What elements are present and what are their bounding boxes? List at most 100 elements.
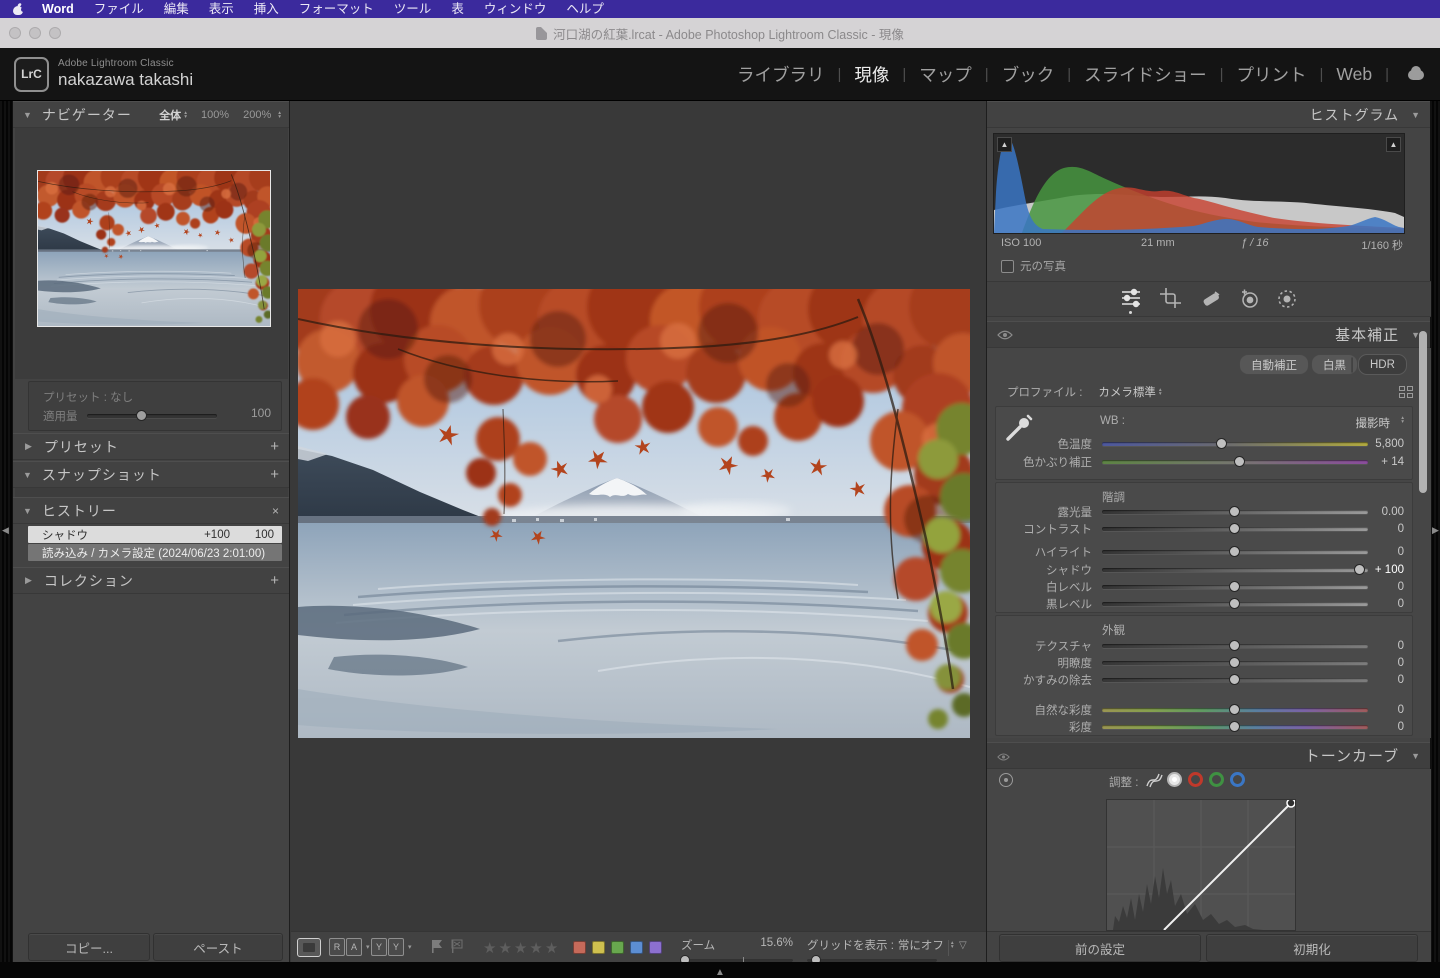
photo-canvas[interactable] xyxy=(298,289,970,738)
healing-tool-icon[interactable] xyxy=(1199,288,1223,315)
wb-preset-dropdown[interactable]: 撮影時 xyxy=(1356,415,1391,431)
profile-stepper-icon[interactable]: ▴▾ xyxy=(1159,388,1162,396)
parametric-curve-icon[interactable] xyxy=(1143,770,1165,795)
menu-help[interactable]: ヘルプ xyxy=(556,0,614,18)
collections-add-icon[interactable]: + xyxy=(270,572,279,589)
presets-collapse-icon[interactable]: ▶ xyxy=(25,441,32,452)
toolbar-chooser-icon[interactable]: ▽ xyxy=(959,940,967,951)
star-rating[interactable]: ★★★★★ xyxy=(483,939,560,957)
module-develop[interactable]: 現像 xyxy=(854,62,889,87)
redeye-tool-icon[interactable] xyxy=(1238,288,1262,315)
color-label-blue[interactable] xyxy=(630,941,643,954)
history-item-import[interactable]: 読み込み / カメラ設定 (2024/06/23 2:01:00) xyxy=(28,544,282,561)
blacks-slider[interactable] xyxy=(1102,602,1368,606)
expand-filmstrip-icon[interactable]: ▲ xyxy=(715,967,725,978)
previous-settings-button[interactable]: 前の設定 xyxy=(999,934,1201,962)
grid-stepper-icon[interactable]: ▴▾ xyxy=(951,941,954,949)
histogram-display[interactable]: ▲ ▲ xyxy=(993,133,1405,234)
exposure-slider[interactable] xyxy=(1102,510,1368,514)
menu-tools[interactable]: ツール xyxy=(384,0,442,18)
presets-add-icon[interactable]: + xyxy=(270,438,279,455)
presets-header[interactable]: ▶ プリセット + xyxy=(13,433,289,460)
saturation-slider[interactable] xyxy=(1102,725,1368,729)
menu-format[interactable]: フォーマット xyxy=(289,0,384,18)
navigator-zoom-200-button[interactable]: 200% xyxy=(243,109,271,121)
show-original-checkbox[interactable] xyxy=(1001,260,1014,273)
blue-channel-curve-icon[interactable] xyxy=(1230,772,1245,787)
navigator-fit-stepper-icon[interactable]: ▴▾ xyxy=(184,111,187,119)
contrast-slider[interactable] xyxy=(1102,527,1368,531)
menu-window[interactable]: ウィンドウ xyxy=(474,0,557,18)
right-panel-scrollbar[interactable] xyxy=(1419,331,1427,493)
basic-panel-switch-icon[interactable] xyxy=(997,327,1013,343)
tone-curve-switch-icon[interactable] xyxy=(997,748,1010,764)
snapshots-header[interactable]: ▼ スナップショット + xyxy=(13,461,289,488)
history-collapse-icon[interactable]: ▼ xyxy=(23,506,32,516)
before-after-lr-button[interactable]: R A ▾ xyxy=(329,938,370,956)
vibrance-slider[interactable] xyxy=(1102,708,1368,712)
red-channel-curve-icon[interactable] xyxy=(1188,772,1203,787)
paste-button[interactable]: ペースト xyxy=(153,933,283,961)
navigator-fit-button[interactable]: 全体 xyxy=(159,107,181,123)
menu-file[interactable]: ファイル xyxy=(84,0,154,18)
basic-panel-header[interactable]: 基本補正 ▼ xyxy=(987,321,1430,348)
temp-slider[interactable] xyxy=(1102,442,1368,446)
before-after-dropdown-icon[interactable]: ▾ xyxy=(408,943,412,951)
copy-button[interactable]: コピー... xyxy=(28,933,150,961)
menu-word[interactable]: Word xyxy=(32,0,84,18)
navigator-zoom-100-button[interactable]: 100% xyxy=(201,109,229,121)
apple-menu-icon[interactable] xyxy=(12,3,24,15)
before-after-dropdown-icon[interactable]: ▾ xyxy=(366,943,370,951)
edit-basic-tool-icon[interactable] xyxy=(1119,287,1143,314)
module-book[interactable]: ブック xyxy=(1002,62,1055,87)
navigator-thumbnail[interactable] xyxy=(37,170,271,327)
color-label-purple[interactable] xyxy=(649,941,662,954)
snapshots-add-icon[interactable]: + xyxy=(270,466,279,483)
history-item-shadows[interactable]: シャドウ +100 100 xyxy=(28,526,282,543)
histogram-header[interactable]: ヒストグラム ▼ xyxy=(987,101,1430,128)
collapse-right-panel-icon[interactable]: ▶ xyxy=(1432,525,1439,536)
menu-table[interactable]: 表 xyxy=(441,0,474,18)
wb-stepper-icon[interactable]: ▴▾ xyxy=(1401,416,1404,424)
profile-dropdown[interactable]: カメラ標準 xyxy=(1098,384,1156,400)
history-clear-icon[interactable]: × xyxy=(272,504,279,518)
hdr-button[interactable]: HDR xyxy=(1358,354,1407,375)
collections-collapse-icon[interactable]: ▶ xyxy=(25,575,32,586)
green-channel-curve-icon[interactable] xyxy=(1209,772,1224,787)
navigator-header[interactable]: ▼ ナビゲーター 全体 ▴▾ 100% 200% ▴▾ xyxy=(13,101,289,128)
navigator-zoom-stepper-icon[interactable]: ▴▾ xyxy=(278,111,281,119)
histogram-collapse-icon[interactable]: ▼ xyxy=(1411,110,1420,120)
menu-insert[interactable]: 挿入 xyxy=(244,0,289,18)
tone-curve-collapse-icon[interactable]: ▼ xyxy=(1411,751,1420,761)
shadows-slider[interactable] xyxy=(1102,568,1368,572)
whites-slider[interactable] xyxy=(1102,585,1368,589)
module-print[interactable]: プリント xyxy=(1237,62,1307,87)
bottom-panel-edge[interactable]: ▲ xyxy=(0,962,1440,978)
clarity-slider[interactable] xyxy=(1102,661,1368,665)
point-curve-icon[interactable] xyxy=(1167,772,1182,787)
grid-value-dropdown[interactable]: 常にオフ xyxy=(898,937,944,953)
left-panel-edge[interactable]: ◀ xyxy=(0,101,13,962)
navigator-collapse-icon[interactable]: ▼ xyxy=(23,110,32,120)
shadow-clipping-indicator[interactable]: ▲ xyxy=(997,137,1012,152)
before-after-tb-button[interactable]: Y Y ▾ xyxy=(371,938,412,956)
crop-tool-icon[interactable] xyxy=(1159,287,1183,314)
loupe-view-button[interactable] xyxy=(297,938,321,957)
module-library[interactable]: ライブラリ xyxy=(737,62,825,87)
flag-pick-button[interactable] xyxy=(429,938,445,959)
cloud-sync-icon[interactable] xyxy=(1404,66,1428,82)
flag-reject-button[interactable] xyxy=(449,938,465,959)
preset-amount-slider[interactable] xyxy=(87,414,217,418)
auto-tone-button[interactable]: 自動補正 xyxy=(1239,354,1309,375)
dehaze-slider[interactable] xyxy=(1102,678,1368,682)
highlight-clipping-indicator[interactable]: ▲ xyxy=(1386,137,1401,152)
color-label-green[interactable] xyxy=(611,941,624,954)
highlights-slider[interactable] xyxy=(1102,550,1368,554)
color-label-yellow[interactable] xyxy=(592,941,605,954)
tint-slider[interactable] xyxy=(1102,460,1368,464)
menu-view[interactable]: 表示 xyxy=(199,0,244,18)
right-panel-edge[interactable]: ▶ xyxy=(1430,101,1440,962)
targeted-adjustment-icon[interactable] xyxy=(999,773,1013,787)
module-slideshow[interactable]: スライドショー xyxy=(1084,62,1207,87)
snapshots-collapse-icon[interactable]: ▼ xyxy=(23,470,32,480)
